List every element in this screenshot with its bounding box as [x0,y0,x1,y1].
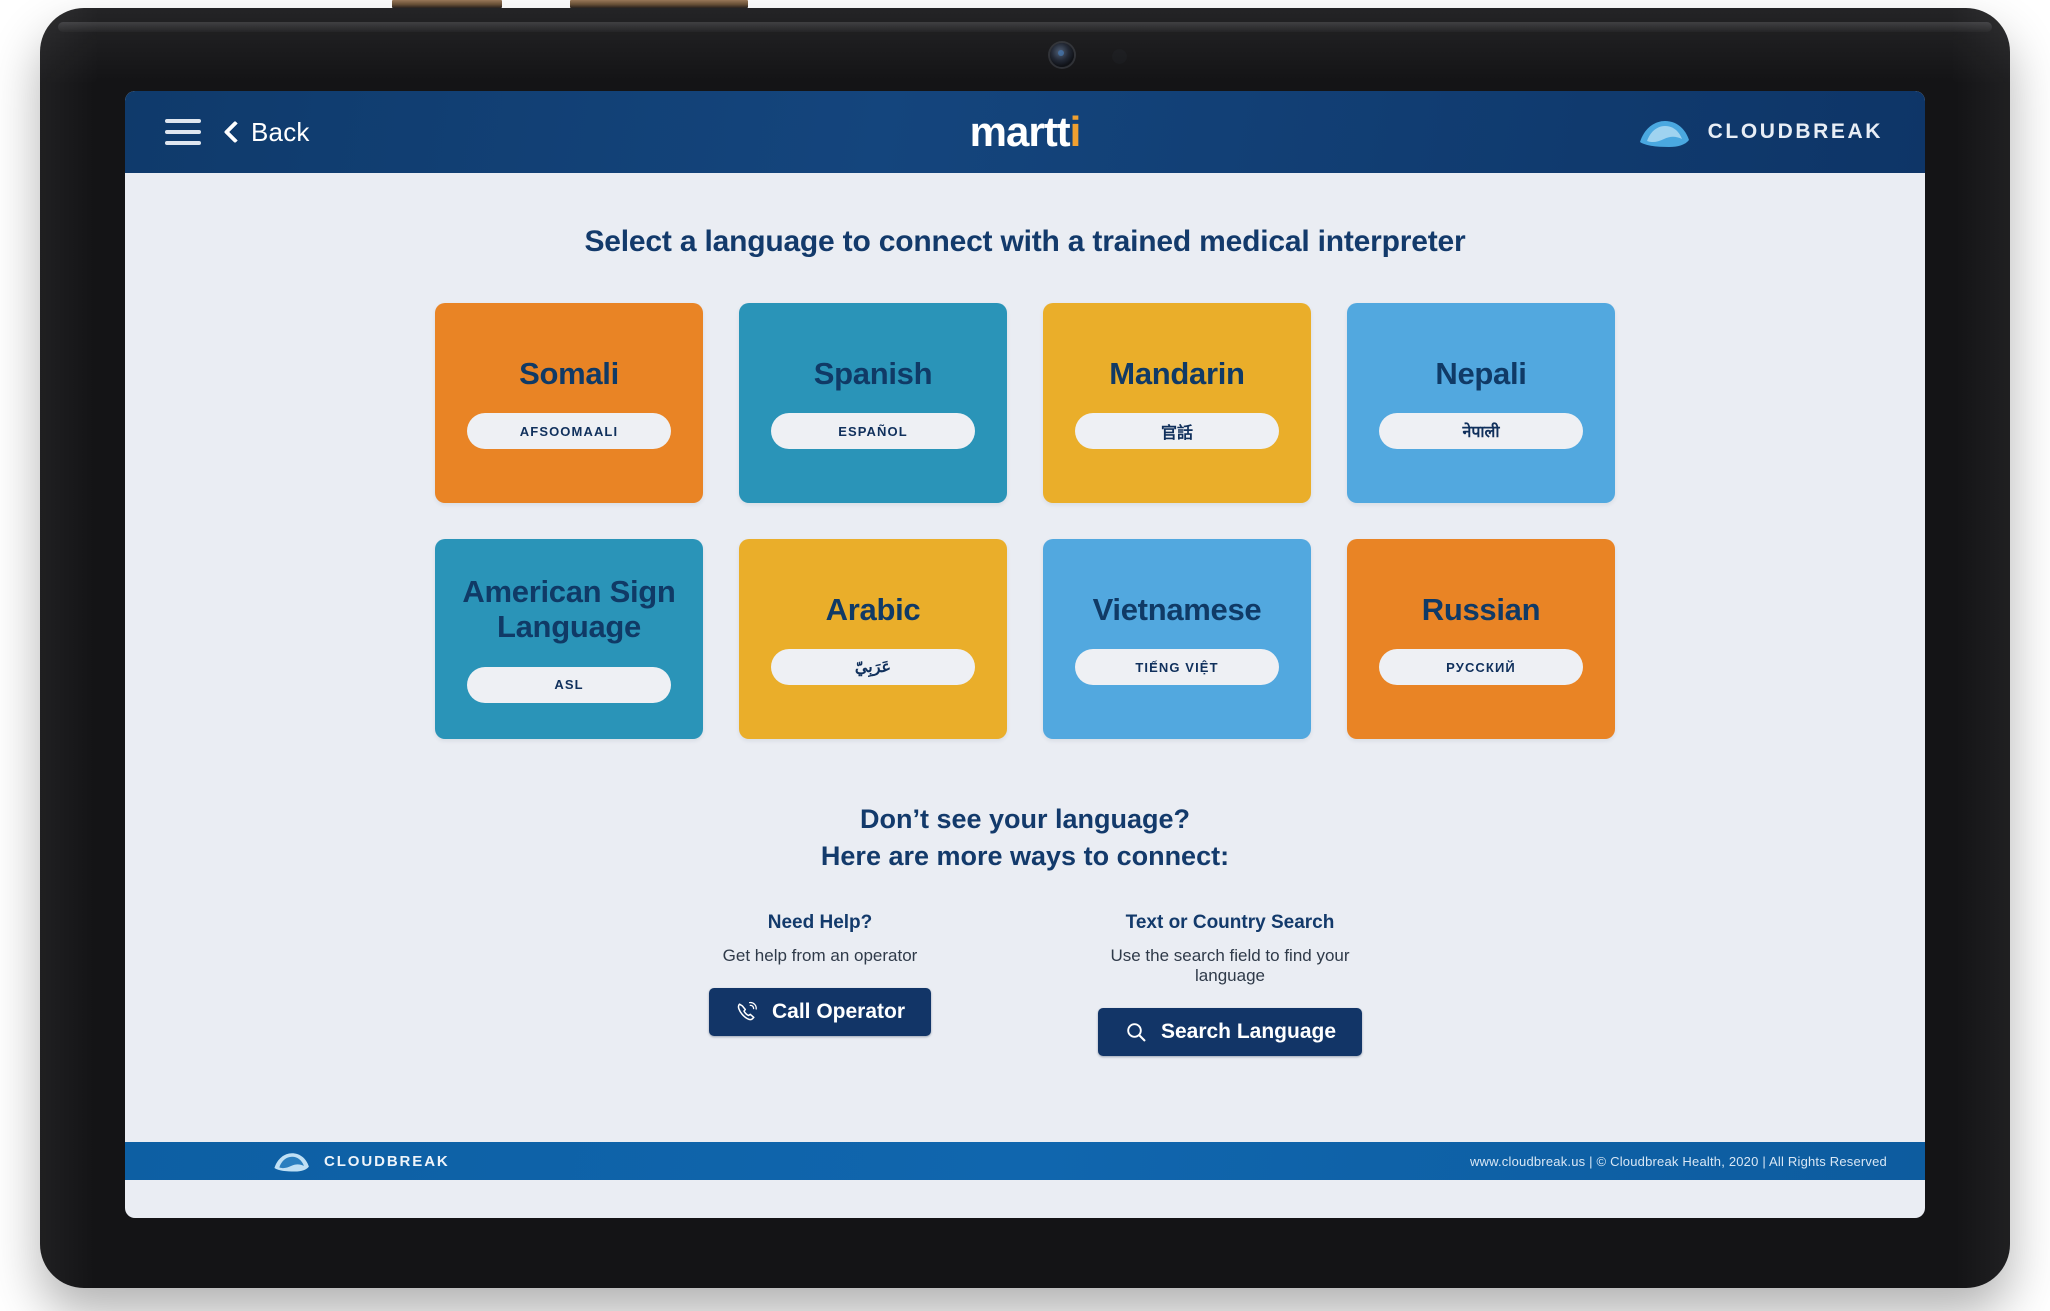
help-option-call-operator: Need Help? Get help from an operator Cal… [670,912,970,1056]
help-option-title: Need Help? [767,911,873,933]
screenshot-scene: Back martt i CLOUDBREAK Select a language… [0,0,2050,1311]
language-card-native-pill[interactable]: РУССКИЙ [1379,649,1583,686]
more-ways-line-2: Here are more ways to connect: [820,841,1230,872]
help-option-subtitle: Get help from an operator [722,945,918,965]
help-option-title: Text or Country Search [1125,911,1335,933]
hamburger-bar [165,119,201,123]
language-card-native-pill[interactable]: ASL [467,666,671,703]
cloudbreak-brand-header: CLOUDBREAK [1638,115,1883,149]
language-card-name: Nepali [1435,355,1527,391]
tablet-device: Back martt i CLOUDBREAK Select a language… [40,8,2010,1288]
hamburger-menu-icon[interactable] [165,119,201,145]
tablet-screen: Back martt i CLOUDBREAK Select a language… [125,91,1925,1218]
language-card[interactable]: Russian РУССКИЙ [1347,539,1615,739]
more-ways-heading: Don’t see your language? Here are more w… [125,801,1925,876]
language-card[interactable]: Arabic عَرَبِيّ [739,539,1007,739]
language-card-name: American Sign Language [462,574,676,644]
call-operator-button[interactable]: Call Operator [708,987,932,1036]
language-card[interactable]: Nepali नेपाली [1347,303,1615,503]
language-card-name: Mandarin [1109,355,1245,391]
language-card[interactable]: Spanish ESPAÑOL [739,303,1007,503]
language-card-native-pill[interactable]: ESPAÑOL [771,413,975,450]
martti-logo-text: martt [969,108,1071,155]
cloudbreak-label: CLOUDBREAK [1707,120,1883,143]
language-card-name: Arabic [825,591,921,627]
app-header: Back martt i CLOUDBREAK [125,91,1925,173]
language-card-name: Vietnamese [1092,591,1262,627]
language-card[interactable]: Mandarin 官話 [1043,303,1311,503]
language-card-name: Somali [519,355,619,391]
camera-lens-glint [1058,50,1064,56]
search-language-button[interactable]: Search Language [1097,1007,1363,1056]
app-body: Select a language to connect with a trai… [125,173,1925,1180]
language-card[interactable]: Somali AFSOOMAALI [435,303,703,503]
language-card-name: Russian [1421,591,1541,627]
language-card-native-pill[interactable]: नेपाली [1379,413,1583,450]
search-icon [1127,1022,1146,1041]
search-language-button-label: Search Language [1160,1019,1337,1043]
ambient-light-sensor [1112,49,1127,64]
call-operator-button-label: Call Operator [771,999,906,1023]
language-card-native-pill[interactable]: عَرَبِيّ [771,649,975,686]
chevron-left-icon [223,120,247,144]
language-card-name: Spanish [813,355,933,391]
hamburger-bar [165,141,201,145]
martti-logo-accent: i [1069,108,1082,155]
cloudbreak-wave-icon [274,1153,309,1172]
martti-logo: martt i [969,108,1082,156]
phone-call-icon [737,1001,757,1020]
language-grid: Somali AFSOOMAALI Spanish ESPAÑOL Mandarin 官話… [435,303,1615,739]
back-button-label: Back [251,116,310,147]
language-card[interactable]: American Sign Language ASL [435,539,703,739]
language-card-native-pill[interactable]: TIẾNG VIỆT [1075,649,1279,686]
more-ways-line-1: Don’t see your language? [859,804,1191,834]
language-card[interactable]: Vietnamese TIẾNG VIỆT [1043,539,1311,739]
mount-hardware-strip-left [392,0,502,8]
front-camera-icon [1050,43,1074,67]
help-options-row: Need Help? Get help from an operator Cal… [125,912,1925,1056]
language-card-native-pill[interactable]: AFSOOMAALI [467,413,671,450]
cloudbreak-label: CLOUDBREAK [324,1152,450,1170]
bezel-speaker-grille [58,22,1992,32]
header-left-group: Back [165,117,310,148]
back-button[interactable]: Back [223,116,310,148]
app-footer: CLOUDBREAK www.cloudbreak.us | © Cloudbr… [125,1142,1925,1180]
page-title: Select a language to connect with a trai… [584,225,1466,258]
cloudbreak-wave-icon [1639,121,1689,147]
help-option-subtitle: Use the search field to find your langua… [1110,945,1350,985]
hamburger-bar [165,130,201,134]
help-option-search-language: Text or Country Search Use the search fi… [1080,912,1380,1056]
cloudbreak-brand-footer: CLOUDBREAK [273,1149,450,1173]
language-card-native-pill[interactable]: 官話 [1075,413,1279,450]
mount-hardware-strip-right [570,0,748,8]
footer-legal-text: www.cloudbreak.us | © Cloudbreak Health,… [1469,1153,1887,1169]
